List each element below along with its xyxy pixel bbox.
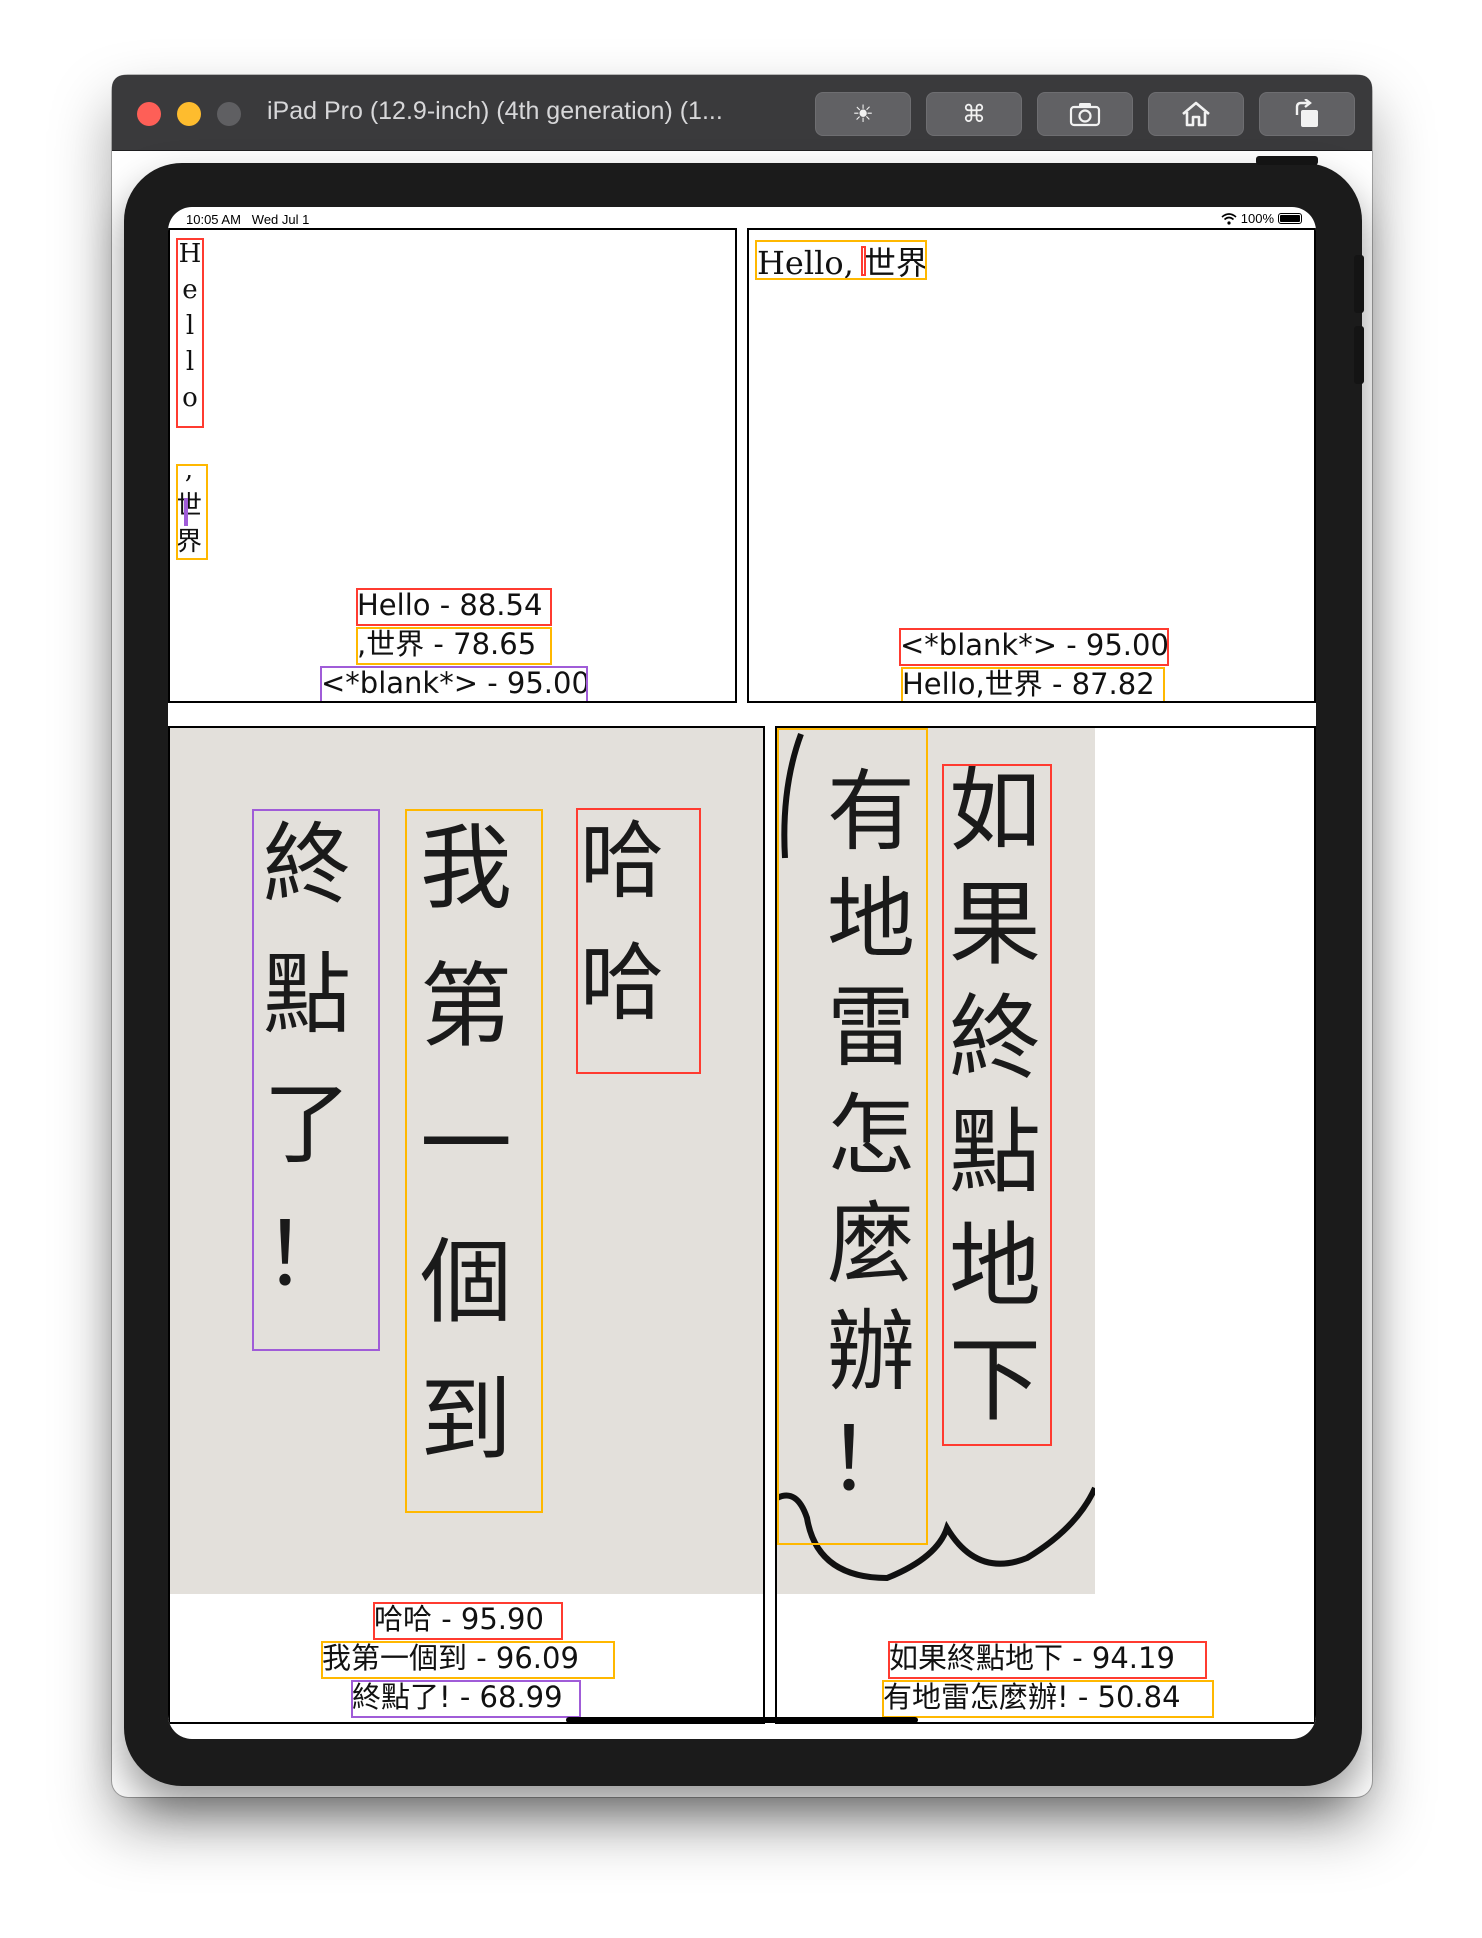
detection-box-if-finish <box>942 764 1052 1446</box>
power-button <box>1256 156 1318 165</box>
volume-up-button <box>1354 255 1364 313</box>
minimize-window-button[interactable] <box>177 102 201 126</box>
detection-box-finish <box>252 809 380 1351</box>
detection-box-blank <box>861 246 866 276</box>
battery-percent: 100% <box>1240 211 1274 226</box>
detection-box-first-arrive <box>405 809 543 1513</box>
result-box-blank <box>320 666 588 701</box>
title-bar[interactable]: iPad Pro (12.9-inch) (4th generation) (1… <box>112 75 1372 151</box>
camera-icon <box>1069 103 1101 127</box>
detection-box-hello-world <box>755 240 927 280</box>
rotate-button[interactable] <box>1259 92 1355 136</box>
panel-photo-chinese-2: 如 果 終 點 地 下 有 地 雷 怎 麼 辦 ！ 如果終點地下 - 94.19… <box>775 726 1316 1724</box>
sun-icon: ☀ <box>852 100 874 128</box>
status-time: 10:05 AM <box>186 212 241 227</box>
status-right-group: 100% <box>1221 211 1302 226</box>
command-button[interactable]: ⌘ <box>926 92 1022 136</box>
panel-vertical-text: H e l l o , 世 界 Hello - 88.54 ,世界 - 78.6… <box>168 228 737 703</box>
result-box-haha <box>373 1602 563 1640</box>
result-box-finish <box>351 1680 581 1718</box>
result-box-world <box>356 627 552 665</box>
screenshot-button[interactable] <box>1037 92 1133 136</box>
wifi-icon <box>1221 212 1237 225</box>
panel-horizontal-text: Hello, 世界 <*blank*> - 95.00 Hello,世界 - 8… <box>747 228 1316 703</box>
result-box-hello-world <box>901 667 1165 701</box>
rotate-icon <box>1295 99 1318 127</box>
volume-down-button <box>1354 326 1364 384</box>
result-box-blank <box>899 628 1169 666</box>
close-window-button[interactable] <box>137 102 161 126</box>
detection-box-landmine <box>777 728 928 1545</box>
result-box-hello <box>356 588 552 626</box>
home-icon <box>1182 101 1210 127</box>
result-box-landmine <box>882 1680 1214 1718</box>
detection-box-blank <box>184 498 188 526</box>
ipad-screen: 10:05 AM Wed Jul 1 100% H e l l o , 世 界 <box>168 207 1316 1739</box>
detection-box-world <box>176 464 208 560</box>
detection-box-hello <box>176 238 204 428</box>
status-time-date: 10:05 AM Wed Jul 1 <box>186 212 309 227</box>
brightness-button[interactable]: ☀ <box>815 92 911 136</box>
window-title: iPad Pro (12.9-inch) (4th generation) (1… <box>267 97 723 125</box>
zoom-window-button[interactable] <box>217 102 241 126</box>
detection-box-haha <box>576 808 701 1074</box>
home-button[interactable] <box>1148 92 1244 136</box>
command-icon: ⌘ <box>962 100 986 128</box>
panel-photo-chinese-1: 哈 哈 我 第 一 個 到 終 點 了 ！ 哈哈 - 95.90 我第一個到 -… <box>168 726 765 1724</box>
result-box-if-finish <box>888 1641 1207 1679</box>
battery-icon <box>1278 213 1302 224</box>
status-date: Wed Jul 1 <box>251 212 310 227</box>
home-indicator[interactable] <box>566 1717 918 1723</box>
result-box-first-arrive <box>321 1641 615 1679</box>
